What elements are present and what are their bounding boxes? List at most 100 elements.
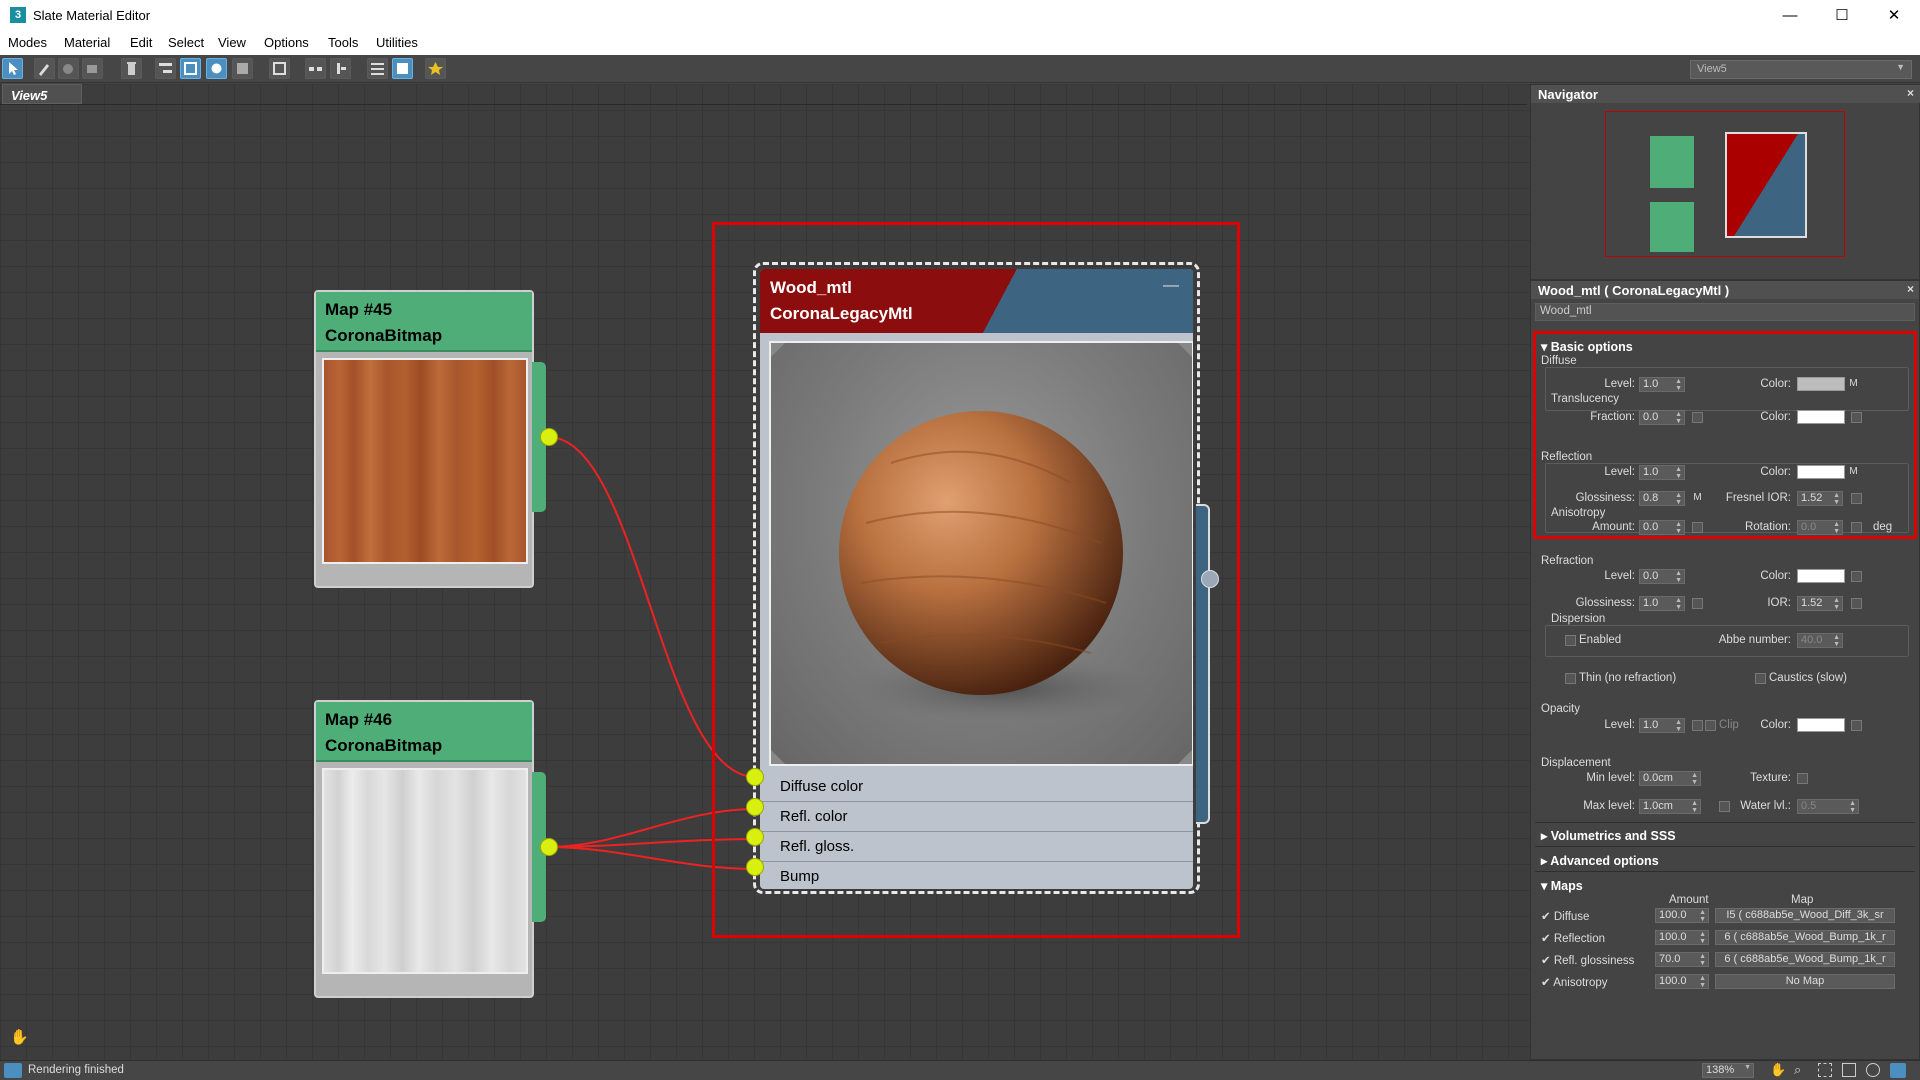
menu-utilities[interactable]: Utilities xyxy=(376,35,418,50)
pan-to-selected-icon[interactable] xyxy=(1890,1063,1906,1078)
refr-gloss-map-slot[interactable] xyxy=(1692,598,1703,609)
socket-diffuse-color[interactable] xyxy=(746,768,764,786)
material-parameter-editor-icon[interactable] xyxy=(367,58,388,79)
minimize-button[interactable]: — xyxy=(1764,0,1816,31)
map-slot-button[interactable]: 6 ( c688ab5e_Wood_Bump_1k_r xyxy=(1715,952,1895,967)
diffuse-level-spinner[interactable]: 1.0 ▲ ▼ xyxy=(1639,377,1685,392)
fraction-map-slot[interactable] xyxy=(1692,412,1703,423)
map46-node[interactable]: Map #46 CoronaBitmap xyxy=(314,700,546,998)
menu-edit[interactable]: Edit xyxy=(130,35,152,50)
fresnel-ior-spinner[interactable]: 1.52 ▲ ▼ xyxy=(1797,491,1843,506)
map-slot-button[interactable]: No Map xyxy=(1715,974,1895,989)
caustics-checkbox[interactable] xyxy=(1755,673,1766,684)
fresnel-map-slot[interactable] xyxy=(1851,493,1862,504)
select-tool-icon[interactable] xyxy=(2,58,23,79)
material-node[interactable]: Wood_mtl CoronaLegacyMtl — Diffuse color… xyxy=(753,262,1200,894)
opacity-color-swatch[interactable] xyxy=(1797,718,1845,732)
texture-map-slot[interactable] xyxy=(1797,773,1808,784)
refr-glossiness-spinner[interactable]: 1.0 ▲ ▼ xyxy=(1639,596,1685,611)
rotation-map-slot[interactable] xyxy=(1851,522,1862,533)
opacity-level-spinner[interactable]: 1.0 ▲ ▼ xyxy=(1639,718,1685,733)
menu-modes[interactable]: Modes xyxy=(8,35,47,50)
put-to-scene-icon[interactable] xyxy=(58,58,79,79)
socket-refl-color[interactable] xyxy=(746,798,764,816)
ior-map-slot[interactable] xyxy=(1851,598,1862,609)
slot-refl-gloss[interactable]: Refl. gloss. xyxy=(760,832,1193,862)
pick-material-icon[interactable] xyxy=(34,58,55,79)
zoom-extents-selected-icon[interactable] xyxy=(1866,1063,1880,1077)
properties-close-button[interactable]: × xyxy=(1907,282,1914,296)
socket-refl-gloss[interactable] xyxy=(746,828,764,846)
hide-unused-slots-icon[interactable] xyxy=(180,58,201,79)
material-output-socket[interactable] xyxy=(1201,570,1219,588)
close-button[interactable]: ✕ xyxy=(1868,0,1920,31)
view-dropdown[interactable]: View5 ▼ xyxy=(1690,60,1912,79)
dispersion-enabled-checkbox[interactable] xyxy=(1565,635,1576,646)
background-icon[interactable] xyxy=(269,58,290,79)
min-level-spinner[interactable]: 0.0cm ▲ ▼ xyxy=(1639,771,1701,786)
map-slot-button[interactable]: I5 ( c688ab5e_Wood_Diff_3k_sr xyxy=(1715,908,1895,923)
translucency-color-swatch[interactable] xyxy=(1797,410,1845,424)
ior-spinner[interactable]: 1.52 ▲ ▼ xyxy=(1797,596,1843,611)
layout-children-icon[interactable] xyxy=(330,58,351,79)
maps-rollout[interactable]: ▾ Maps xyxy=(1535,876,1915,894)
refl-map-button[interactable]: M xyxy=(1847,465,1860,479)
navigator-viewport[interactable] xyxy=(1605,111,1845,257)
refl-gloss-map-button[interactable]: M xyxy=(1691,491,1704,505)
menu-options[interactable]: Options xyxy=(264,35,309,50)
zoom-extents-icon[interactable] xyxy=(1842,1063,1856,1077)
rotation-spinner[interactable]: 0.0 ▲ ▼ xyxy=(1797,520,1843,535)
refl-level-spinner[interactable]: 1.0 ▲ ▼ xyxy=(1639,465,1685,480)
translucency-map-slot[interactable] xyxy=(1851,412,1862,423)
slot-diffuse-color[interactable]: Diffuse color xyxy=(760,772,1193,802)
checkmark-icon[interactable]: ✔ xyxy=(1541,955,1554,967)
zoom-icon[interactable]: ⌕ xyxy=(1794,1062,1801,1078)
advanced-options-rollout[interactable]: ▸ Advanced options xyxy=(1535,851,1915,869)
diffuse-map-button[interactable]: M xyxy=(1847,377,1860,391)
checkmark-icon[interactable]: ✔ xyxy=(1541,911,1554,923)
refr-map-slot[interactable] xyxy=(1851,571,1862,582)
water-level-spinner[interactable]: 0.5 ▲ ▼ xyxy=(1797,799,1859,814)
menu-select[interactable]: Select xyxy=(168,35,204,50)
opacity-map-slot[interactable] xyxy=(1692,720,1703,731)
menu-material[interactable]: Material xyxy=(64,35,110,50)
checkmark-icon[interactable]: ✔ xyxy=(1541,933,1554,945)
aniso-map-slot[interactable] xyxy=(1692,522,1703,533)
water-level-checkbox[interactable] xyxy=(1719,801,1730,812)
assign-to-selection-icon[interactable] xyxy=(82,58,103,79)
map-slot-button[interactable]: 6 ( c688ab5e_Wood_Bump_1k_r xyxy=(1715,930,1895,945)
navigator-close-button[interactable]: × xyxy=(1907,86,1914,100)
map45-output-socket[interactable] xyxy=(540,428,558,446)
checkmark-icon[interactable]: ✔ xyxy=(1541,977,1553,989)
map45-node[interactable]: Map #45 CoronaBitmap xyxy=(314,290,546,588)
node-graph-view[interactable]: View5 Map #45 CoronaBitmap Map #46 Coron… xyxy=(0,84,1530,1060)
refr-level-spinner[interactable]: 0.0 ▲ ▼ xyxy=(1639,569,1685,584)
menu-tools[interactable]: Tools xyxy=(328,35,358,50)
fraction-spinner[interactable]: 0.0 ▲ ▼ xyxy=(1639,410,1685,425)
map46-header[interactable]: Map #46 CoronaBitmap xyxy=(316,702,532,762)
material-name-field[interactable]: Wood_mtl xyxy=(1535,303,1915,321)
zoom-region-icon[interactable] xyxy=(1818,1063,1832,1077)
basic-options-rollout[interactable]: ▾ Basic options xyxy=(1535,337,1915,355)
abbe-number-spinner[interactable]: 40.0 ▲ ▼ xyxy=(1797,633,1843,648)
refl-glossiness-spinner[interactable]: 0.8 ▲ ▼ xyxy=(1639,491,1685,506)
select-by-material-icon[interactable] xyxy=(392,58,413,79)
show-map-icon[interactable] xyxy=(232,58,253,79)
clip-checkbox[interactable] xyxy=(1705,720,1716,731)
pan-icon[interactable]: ✋ xyxy=(1770,1062,1786,1078)
map46-output-socket[interactable] xyxy=(540,838,558,856)
map-amount-spinner[interactable]: 100.0 ▲ ▼ xyxy=(1655,908,1709,923)
aniso-amount-spinner[interactable]: 0.0 ▲ ▼ xyxy=(1639,520,1685,535)
material-node-header[interactable]: Wood_mtl CoronaLegacyMtl — xyxy=(760,269,1193,333)
render-icon[interactable] xyxy=(425,58,446,79)
delete-icon[interactable] xyxy=(121,58,142,79)
layout-all-icon[interactable] xyxy=(305,58,326,79)
refr-color-swatch[interactable] xyxy=(1797,569,1845,583)
show-shaded-icon[interactable] xyxy=(206,58,227,79)
map-amount-spinner[interactable]: 70.0 ▲ ▼ xyxy=(1655,952,1709,967)
zoom-level-field[interactable]: 138% ▼ xyxy=(1702,1063,1754,1078)
thin-checkbox[interactable] xyxy=(1565,673,1576,684)
slot-refl-color[interactable]: Refl. color xyxy=(760,802,1193,832)
maximize-button[interactable]: ☐ xyxy=(1816,0,1868,31)
slot-bump[interactable]: Bump xyxy=(760,862,1193,889)
